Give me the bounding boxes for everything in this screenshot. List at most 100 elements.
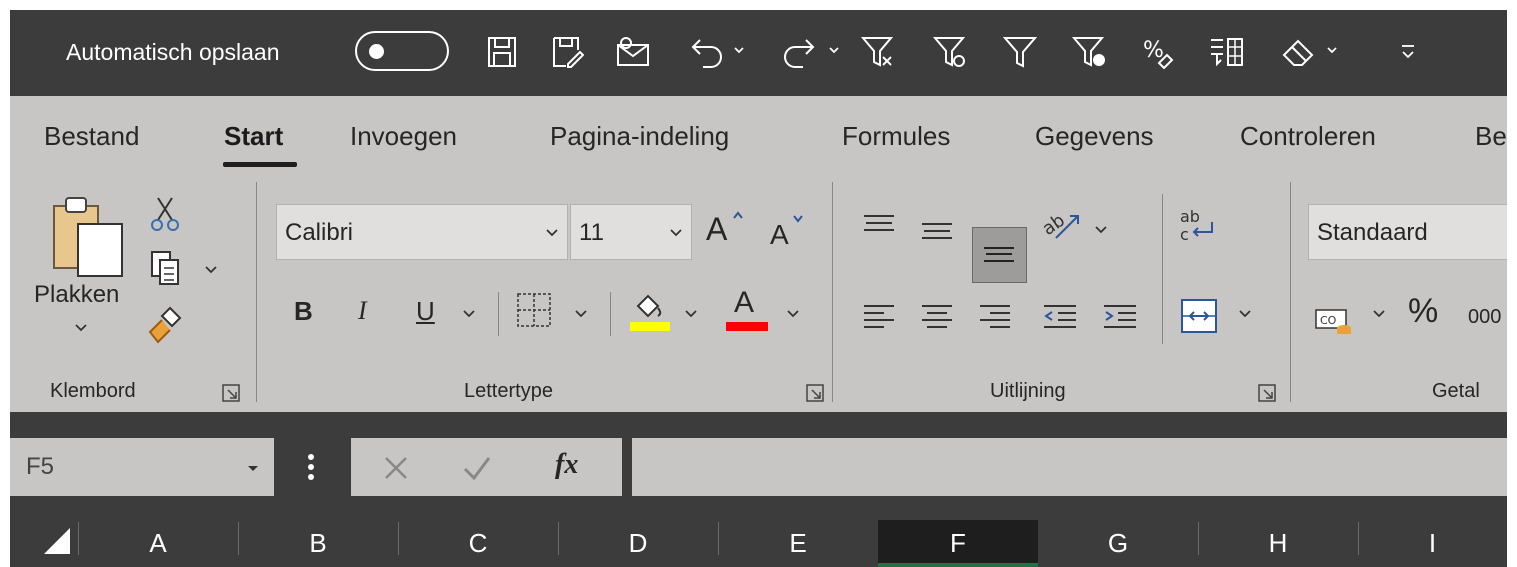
paste-label[interactable]: Plakken — [34, 280, 119, 310]
bold-button[interactable]: B — [294, 296, 313, 326]
insert-function-button[interactable]: fx — [555, 450, 578, 480]
italic-button[interactable]: I — [358, 296, 367, 326]
svg-text:ab: ab — [1040, 210, 1069, 240]
save-icon[interactable] — [484, 32, 520, 72]
column-header-d[interactable]: D — [558, 520, 718, 567]
shrink-font-button[interactable]: A — [770, 220, 789, 250]
increase-indent-icon[interactable] — [1102, 302, 1138, 332]
column-header-c[interactable]: C — [398, 520, 558, 567]
group-label-klembord: Klembord — [50, 380, 136, 402]
grow-arrow-icon — [733, 211, 743, 219]
advanced-filter-icon[interactable] — [1070, 32, 1110, 72]
underline-dropdown-icon[interactable] — [462, 308, 476, 320]
svg-text:%: % — [1143, 38, 1164, 63]
cancel-icon[interactable] — [382, 454, 410, 482]
alignment-inner-separator — [1162, 194, 1163, 344]
wrap-text-icon[interactable]: ab c — [1176, 206, 1216, 246]
number-format-combo[interactable]: Standaard — [1308, 204, 1507, 260]
undo-icon[interactable] — [688, 32, 728, 72]
format-painter-icon[interactable] — [146, 306, 184, 346]
name-box[interactable]: F5 — [10, 438, 274, 496]
tab-invoegen[interactable]: Invoegen — [350, 118, 457, 154]
accounting-dropdown-icon[interactable] — [1372, 308, 1386, 320]
middle-align-icon[interactable] — [920, 218, 954, 248]
tab-formules[interactable]: Formules — [842, 118, 950, 154]
orientation-dropdown-icon[interactable] — [1094, 224, 1108, 236]
borders-icon[interactable] — [516, 292, 552, 328]
merge-center-icon[interactable] — [1180, 298, 1218, 334]
autosave-toggle[interactable] — [355, 31, 449, 71]
customize-qat-icon[interactable] — [1396, 32, 1420, 72]
column-header-h[interactable]: H — [1198, 520, 1358, 567]
alignment-launcher-icon[interactable] — [1258, 384, 1276, 402]
merge-dropdown-icon[interactable] — [1238, 308, 1252, 320]
align-left-icon[interactable] — [862, 302, 896, 332]
name-box-dropdown-icon[interactable] — [246, 464, 260, 474]
svg-text:CO: CO — [1320, 314, 1337, 327]
borders-dropdown-icon[interactable] — [574, 308, 588, 320]
tab-pagina-indeling[interactable]: Pagina-indeling — [550, 118, 729, 154]
tab-bestand[interactable]: Bestand — [44, 118, 139, 154]
column-header-f[interactable]: F — [878, 520, 1038, 567]
accounting-format-icon[interactable]: CO — [1314, 304, 1354, 336]
paste-dropdown-icon[interactable] — [74, 322, 88, 334]
tab-start[interactable]: Start — [224, 118, 283, 154]
font-inner-separator-2 — [610, 292, 611, 336]
grow-font-button[interactable]: A — [706, 213, 727, 245]
copy-icon[interactable] — [150, 250, 182, 286]
font-size-dropdown-icon[interactable] — [669, 227, 683, 239]
group-label-getal: Getal — [1432, 380, 1480, 402]
enter-icon[interactable] — [462, 454, 492, 482]
orientation-icon[interactable]: ab — [1040, 208, 1084, 242]
toggle-knob — [369, 44, 384, 59]
column-header-b[interactable]: B — [238, 520, 398, 567]
decrease-indent-icon[interactable] — [1042, 302, 1078, 332]
column-header-e[interactable]: E — [718, 520, 878, 567]
font-name-dropdown-icon[interactable] — [545, 227, 559, 239]
undo-dropdown-icon[interactable] — [733, 40, 745, 60]
align-center-icon[interactable] — [920, 302, 954, 332]
more-options-icon[interactable] — [306, 452, 316, 482]
email-icon[interactable] — [614, 32, 654, 72]
group-separator — [832, 182, 833, 402]
excel-window: Automatisch opslaan % Bestand Start Invo… — [10, 10, 1507, 567]
paste-icon[interactable] — [50, 194, 128, 278]
clipboard-launcher-icon[interactable] — [222, 384, 240, 402]
font-launcher-icon[interactable] — [806, 384, 824, 402]
clear-filter-icon[interactable] — [858, 32, 898, 72]
save-as-icon[interactable] — [550, 32, 586, 72]
font-color-dropdown-icon[interactable] — [786, 308, 800, 320]
reapply-filter-icon[interactable] — [930, 32, 970, 72]
bottom-align-icon — [982, 234, 1016, 264]
align-right-icon[interactable] — [978, 302, 1012, 332]
filter-icon[interactable] — [1000, 32, 1040, 72]
font-color-button[interactable]: A — [734, 288, 754, 318]
formula-input[interactable] — [632, 438, 1507, 496]
font-size-combo[interactable]: 11 — [570, 204, 692, 260]
copy-dropdown-icon[interactable] — [204, 264, 218, 276]
select-all-corner[interactable] — [42, 526, 72, 561]
svg-text:ab: ab — [1180, 207, 1200, 226]
redo-dropdown-icon[interactable] — [828, 40, 840, 60]
percent-button[interactable]: % — [1408, 294, 1438, 328]
column-header-a[interactable]: A — [78, 520, 238, 567]
tab-controleren[interactable]: Controleren — [1240, 118, 1376, 154]
font-name-combo[interactable]: Calibri — [276, 204, 568, 260]
clear-icon[interactable] — [1278, 32, 1318, 72]
fill-color-dropdown-icon[interactable] — [684, 308, 698, 320]
tab-beeld[interactable]: Be — [1475, 118, 1507, 154]
clear-dropdown-icon[interactable] — [1326, 40, 1338, 60]
top-align-icon[interactable] — [862, 212, 896, 242]
column-header-i[interactable]: I — [1358, 520, 1507, 567]
text-to-columns-icon[interactable] — [1206, 32, 1248, 72]
tab-gegevens[interactable]: Gegevens — [1035, 118, 1154, 154]
column-header-g[interactable]: G — [1038, 520, 1198, 567]
percent-style-icon[interactable]: % — [1138, 32, 1178, 72]
fill-color-icon[interactable] — [628, 292, 672, 332]
underline-button[interactable]: U — [416, 296, 435, 326]
font-inner-separator — [498, 292, 499, 336]
cut-icon[interactable] — [150, 196, 180, 232]
redo-icon[interactable] — [778, 32, 818, 72]
ribbon: Bestand Start Invoegen Pagina-indeling F… — [10, 96, 1507, 412]
comma-style-button[interactable]: 000 — [1468, 302, 1501, 332]
